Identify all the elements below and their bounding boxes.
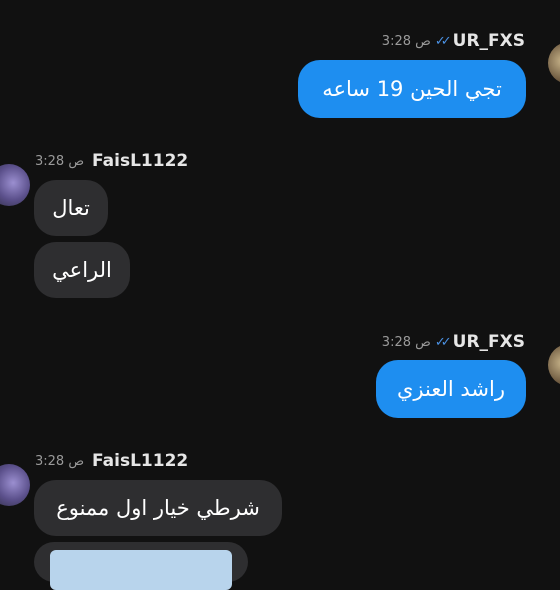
message-header: 3:28 ص ✓✓ UR_FXS: [382, 31, 525, 51]
avatar[interactable]: [548, 344, 560, 386]
avatar[interactable]: [0, 464, 30, 506]
avatar[interactable]: [548, 42, 560, 84]
message-header: 3:28 ص FaisL1122: [35, 151, 188, 171]
avatar[interactable]: [0, 164, 30, 206]
author-name[interactable]: FaisL1122: [92, 151, 188, 171]
message-header: 3:28 ص ✓✓ UR_FXS: [382, 332, 525, 352]
message-time: 3:28 ص: [381, 33, 431, 49]
double-check-icon: ✓✓: [434, 334, 452, 350]
message-time: 3:28 ص: [35, 153, 85, 169]
message-time: 3:28 ص: [381, 334, 431, 350]
message-bubble[interactable]: شرطي خيار اول ممنوع: [34, 480, 282, 536]
message-attachment[interactable]: [34, 542, 248, 590]
message-bubble[interactable]: تجي الحين 19 ساعه: [298, 60, 526, 118]
message-bubble[interactable]: تعال: [34, 180, 108, 236]
author-name[interactable]: FaisL1122: [92, 451, 188, 471]
double-check-icon: ✓✓: [434, 33, 452, 49]
author-name[interactable]: UR_FXS: [453, 31, 525, 51]
message-time: 3:28 ص: [35, 453, 85, 469]
message-header: 3:28 ص FaisL1122: [35, 451, 188, 471]
attachment-preview: [50, 550, 232, 590]
author-name[interactable]: UR_FXS: [453, 332, 525, 352]
message-bubble[interactable]: الراعي: [34, 242, 130, 298]
message-bubble[interactable]: راشد العنزي: [376, 360, 526, 418]
